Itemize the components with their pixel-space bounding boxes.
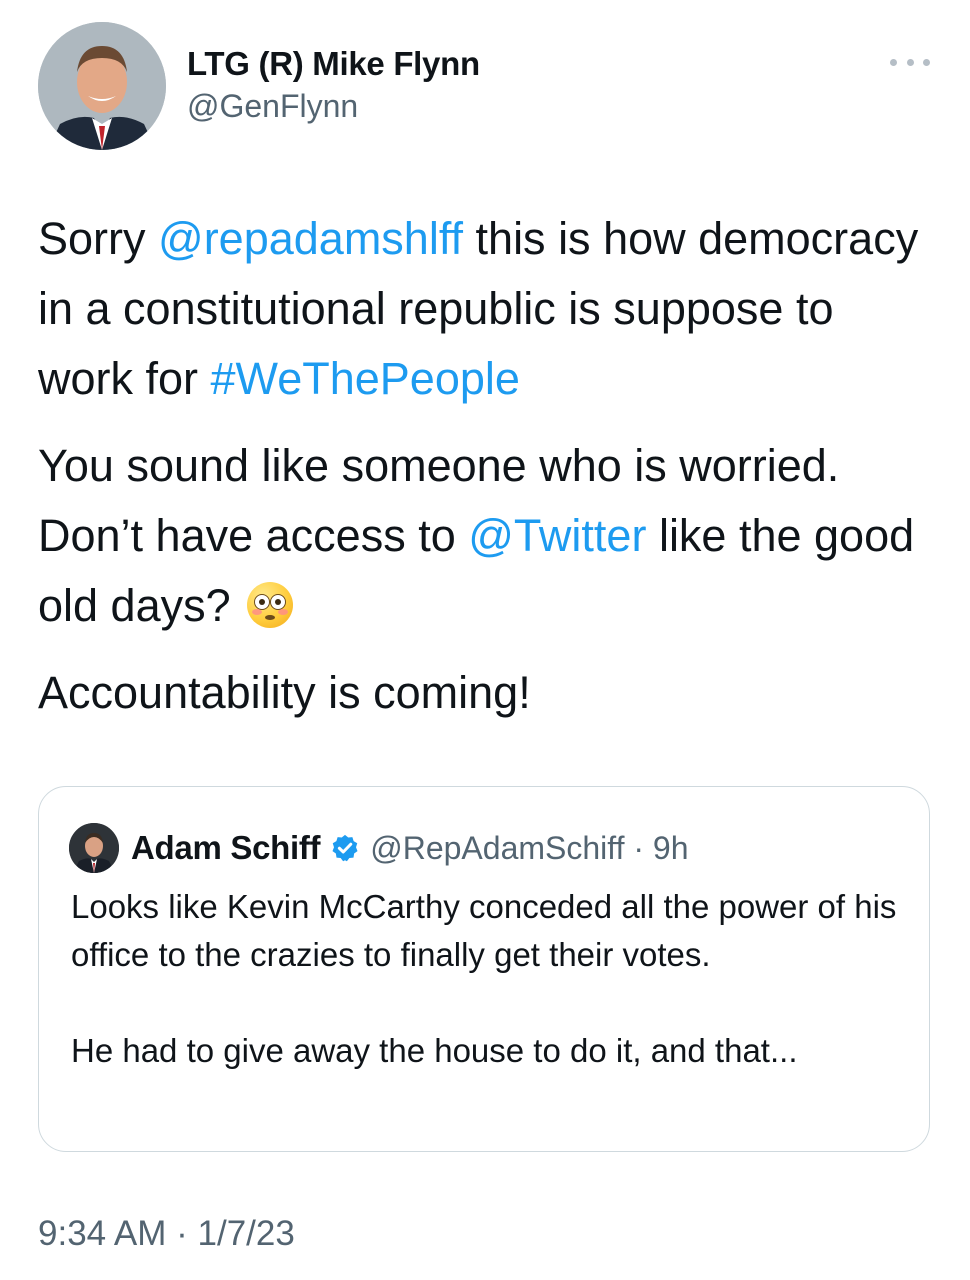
author-name[interactable]: LTG (R) Mike Flynn	[187, 44, 480, 84]
mention-link-repadamshlff[interactable]: @repadamshlff	[158, 213, 463, 264]
tweet-paragraph-3: Accountability is coming!	[38, 667, 531, 718]
tweet-p1-text: Sorry	[38, 213, 159, 264]
quoted-paragraph-2: He had to give away the house to do it, …	[71, 1032, 798, 1069]
hashtag-link-wethepeople[interactable]: #WeThePeople	[211, 353, 520, 404]
quoted-tweet-header: Adam Schiff @RepAdamSchiff · 9h	[69, 823, 689, 873]
quoted-tweet-text: Looks like Kevin McCarthy conceded all t…	[71, 883, 901, 1075]
quoted-tweet-card[interactable]: Adam Schiff @RepAdamSchiff · 9h Looks li…	[38, 786, 930, 1152]
quoted-author-handle-time[interactable]: @RepAdamSchiff · 9h	[370, 830, 688, 867]
flushed-face-emoji-icon	[247, 582, 294, 628]
author-handle[interactable]: @GenFlynn	[187, 86, 480, 126]
quoted-avatar-image	[69, 823, 119, 873]
tweet-paragraph-1: Sorry @repadamshlff this is how democrac…	[38, 204, 938, 414]
author-info: LTG (R) Mike Flynn @GenFlynn	[187, 44, 480, 126]
verified-badge-icon	[332, 834, 358, 862]
tweet-timestamp[interactable]: 9:34 AM · 1/7/23	[38, 1214, 295, 1254]
tweet-text: Sorry @repadamshlff this is how democrac…	[38, 204, 938, 728]
mention-link-twitter[interactable]: @Twitter	[468, 510, 646, 561]
quoted-author-name[interactable]: Adam Schiff	[131, 829, 321, 867]
quoted-paragraph-1: Looks like Kevin McCarthy conceded all t…	[71, 888, 897, 973]
author-avatar[interactable]	[38, 22, 166, 150]
more-options-icon[interactable]	[890, 52, 930, 72]
quoted-author-avatar[interactable]	[69, 823, 119, 873]
tweet-paragraph-2: You sound like someone who is worried. D…	[38, 431, 938, 641]
author-avatar-image	[38, 22, 166, 150]
